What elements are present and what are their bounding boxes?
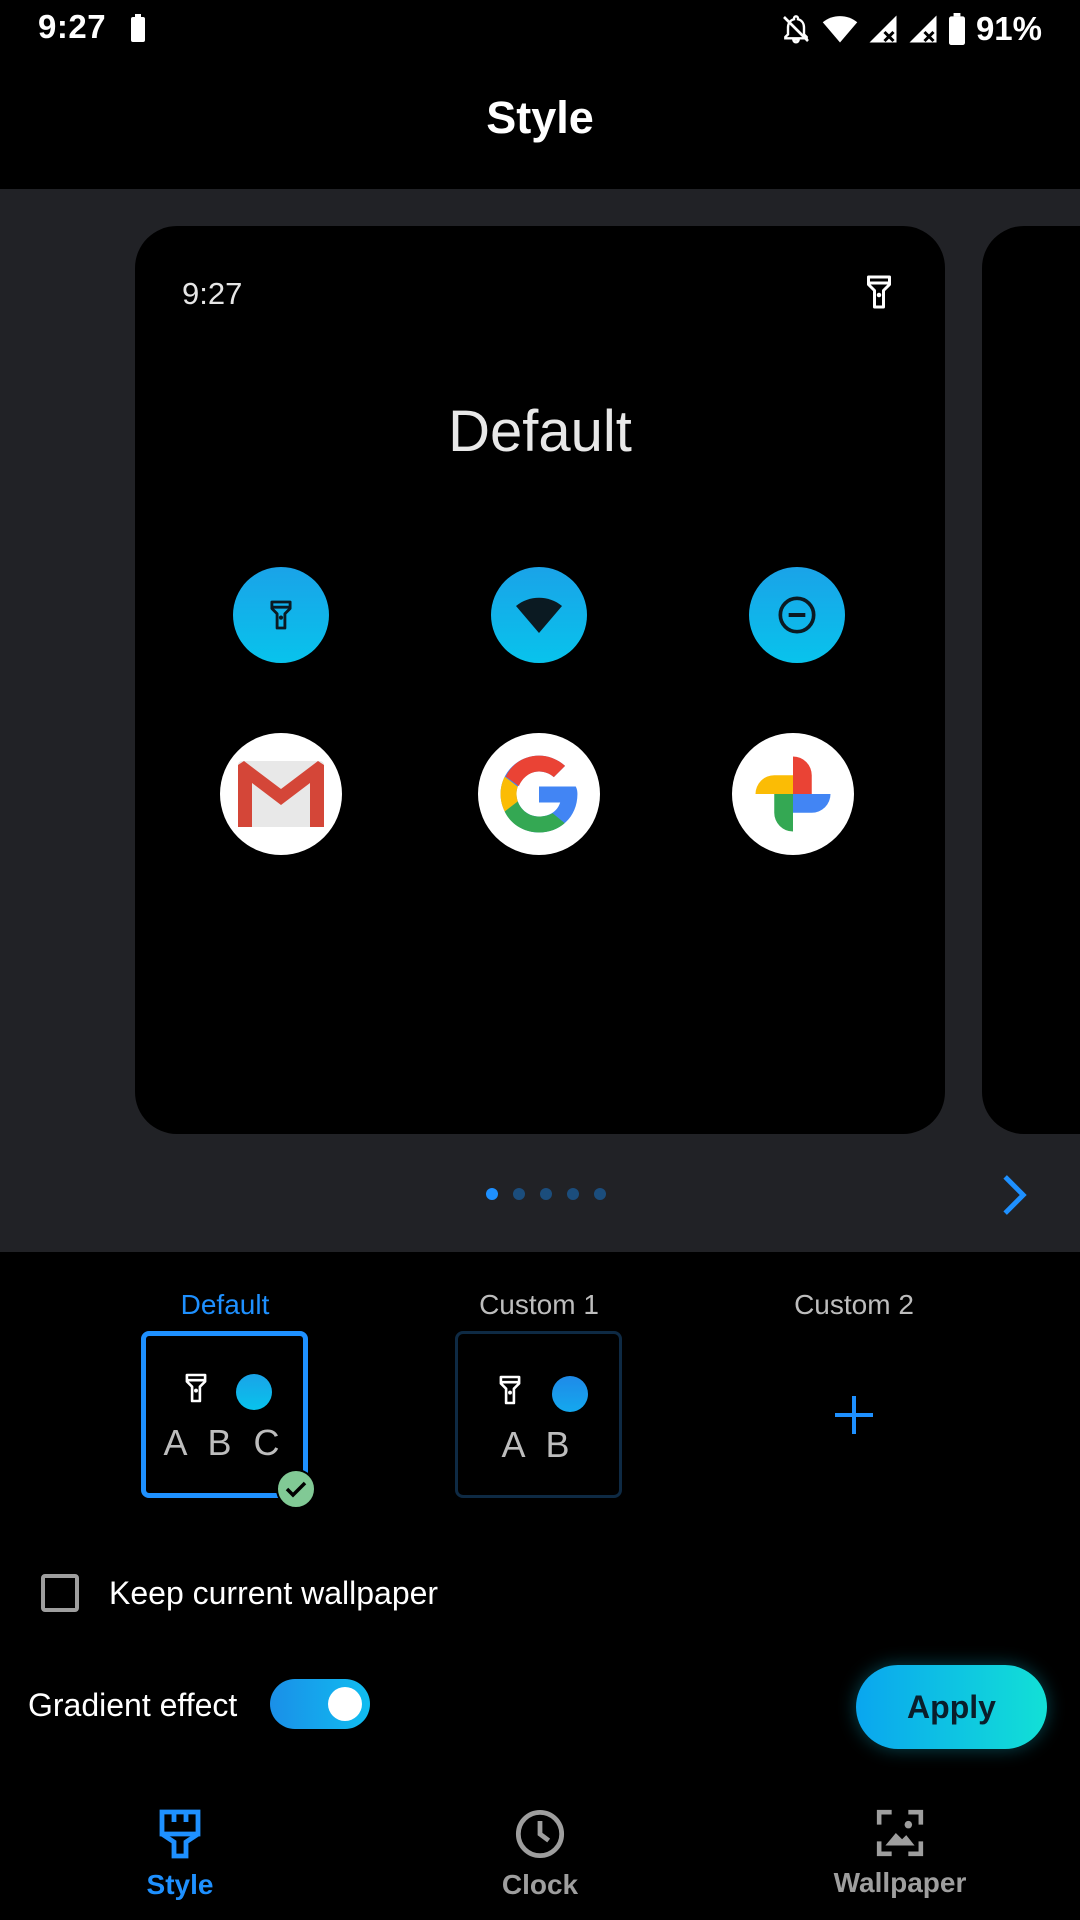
preview-time: 9:27 (182, 276, 243, 311)
nav-style-label: Style (146, 1869, 214, 1900)
toggle-knob (328, 1687, 362, 1721)
flashlight-icon (270, 600, 292, 630)
page-dot-active (486, 1188, 498, 1200)
apply-button[interactable]: Apply (856, 1665, 1047, 1749)
photos-app (732, 733, 854, 855)
signal-icon (909, 15, 937, 43)
nav-wallpaper-label: Wallpaper (833, 1867, 967, 1898)
brush-icon (159, 1809, 201, 1859)
page-dot (594, 1188, 606, 1200)
status-time: 9:27 (38, 8, 107, 45)
nav-clock-label: Clock (501, 1869, 579, 1900)
keep-wallpaper-label: Keep current wallpaper (109, 1575, 439, 1611)
signal-icon (869, 15, 897, 43)
flashlight-icon (499, 1375, 521, 1405)
gradient-effect-toggle[interactable] (270, 1679, 370, 1729)
notifications-off-icon (782, 15, 809, 44)
photos-icon (755, 756, 831, 832)
font-preview: A B C (163, 1422, 286, 1463)
gmail-icon (238, 761, 324, 827)
gmail-app (220, 733, 342, 855)
nav-style[interactable]: Style (55, 1808, 305, 1901)
flashlight-icon (867, 275, 891, 309)
next-preview-card[interactable] (982, 226, 1080, 1134)
add-icon (834, 1395, 873, 1434)
accent-color-swatch (552, 1376, 588, 1412)
battery-icon (948, 13, 965, 45)
page-indicator (486, 1188, 606, 1200)
page-dot (513, 1188, 525, 1200)
chevron-right-icon[interactable] (998, 1172, 1032, 1218)
option-custom1[interactable]: A B (455, 1331, 622, 1498)
dnd-icon (778, 596, 816, 634)
page-dot (567, 1188, 579, 1200)
page-title: Style (486, 92, 594, 143)
option-default-label: Default (180, 1289, 270, 1320)
option-custom1-label: Custom 1 (479, 1289, 599, 1320)
preview-title: Default (448, 399, 632, 464)
nav-wallpaper[interactable]: Wallpaper (775, 1808, 1025, 1899)
font-preview: A B (501, 1424, 576, 1465)
flashlight-icon (185, 1373, 207, 1403)
qs-dnd-tile (749, 567, 845, 663)
nav-clock[interactable]: Clock (415, 1808, 665, 1901)
theme-preview-card[interactable] (135, 226, 945, 1134)
google-icon (500, 755, 578, 833)
keep-wallpaper-checkbox[interactable] (41, 1574, 79, 1612)
battery-percent: 91% (975, 10, 1042, 47)
option-custom2-label: Custom 2 (794, 1289, 914, 1320)
status-bar: 9:27 91% (0, 0, 1080, 60)
add-custom-style-button[interactable] (770, 1331, 937, 1498)
wifi-icon (516, 597, 562, 633)
clock-icon (515, 1809, 565, 1859)
wifi-icon (822, 16, 858, 43)
qs-wifi-tile (491, 567, 587, 663)
wallpaper-icon (876, 1809, 924, 1857)
battery-icon (131, 14, 145, 42)
google-app (478, 733, 600, 855)
accent-color-swatch (236, 1374, 272, 1410)
check-badge-icon (276, 1469, 316, 1509)
gradient-effect-label: Gradient effect (28, 1687, 238, 1723)
qs-flashlight-tile (233, 567, 329, 663)
page-dot (540, 1188, 552, 1200)
